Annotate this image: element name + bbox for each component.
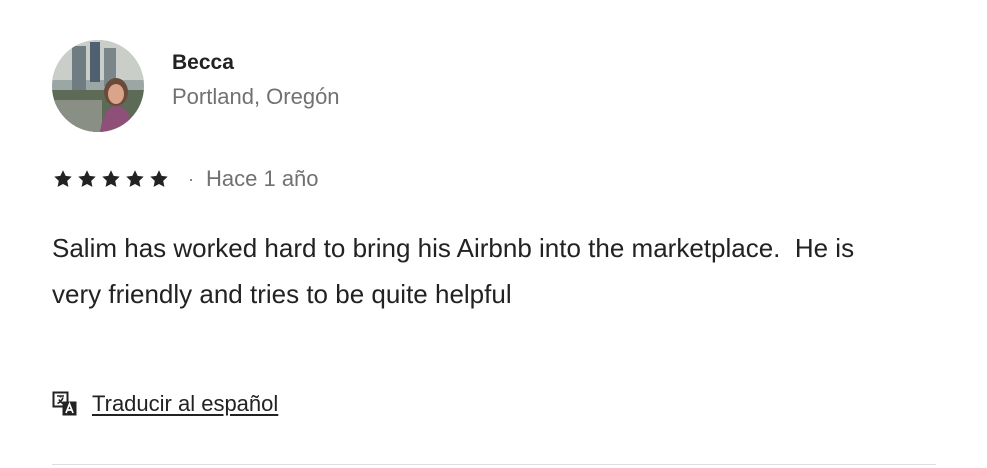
divider [52,464,936,465]
star-icon [52,168,74,190]
avatar-photo [52,40,144,132]
translate-icon [52,391,78,417]
review-time: Hace 1 año [206,166,319,191]
meta-separator: · [188,168,194,189]
review-header: Becca Portland, Oregón [52,40,340,132]
translate-button[interactable]: Traducir al español [52,388,278,420]
review-text: Salim has worked hard to bring his Airbn… [52,233,862,309]
author-name[interactable]: Becca [172,49,340,77]
star-icon [148,168,170,190]
author-identity: Becca Portland, Oregón [172,49,340,113]
translate-link[interactable]: Traducir al español [92,391,278,417]
review-card: Becca Portland, Oregón · Hace 1 año Sali… [52,0,936,468]
review-meta: · Hace 1 año [52,165,319,193]
rating-stars [52,168,170,190]
author-location: Portland, Oregón [172,84,340,109]
star-icon [76,168,98,190]
avatar[interactable] [52,40,144,132]
star-icon [124,168,146,190]
star-icon [100,168,122,190]
